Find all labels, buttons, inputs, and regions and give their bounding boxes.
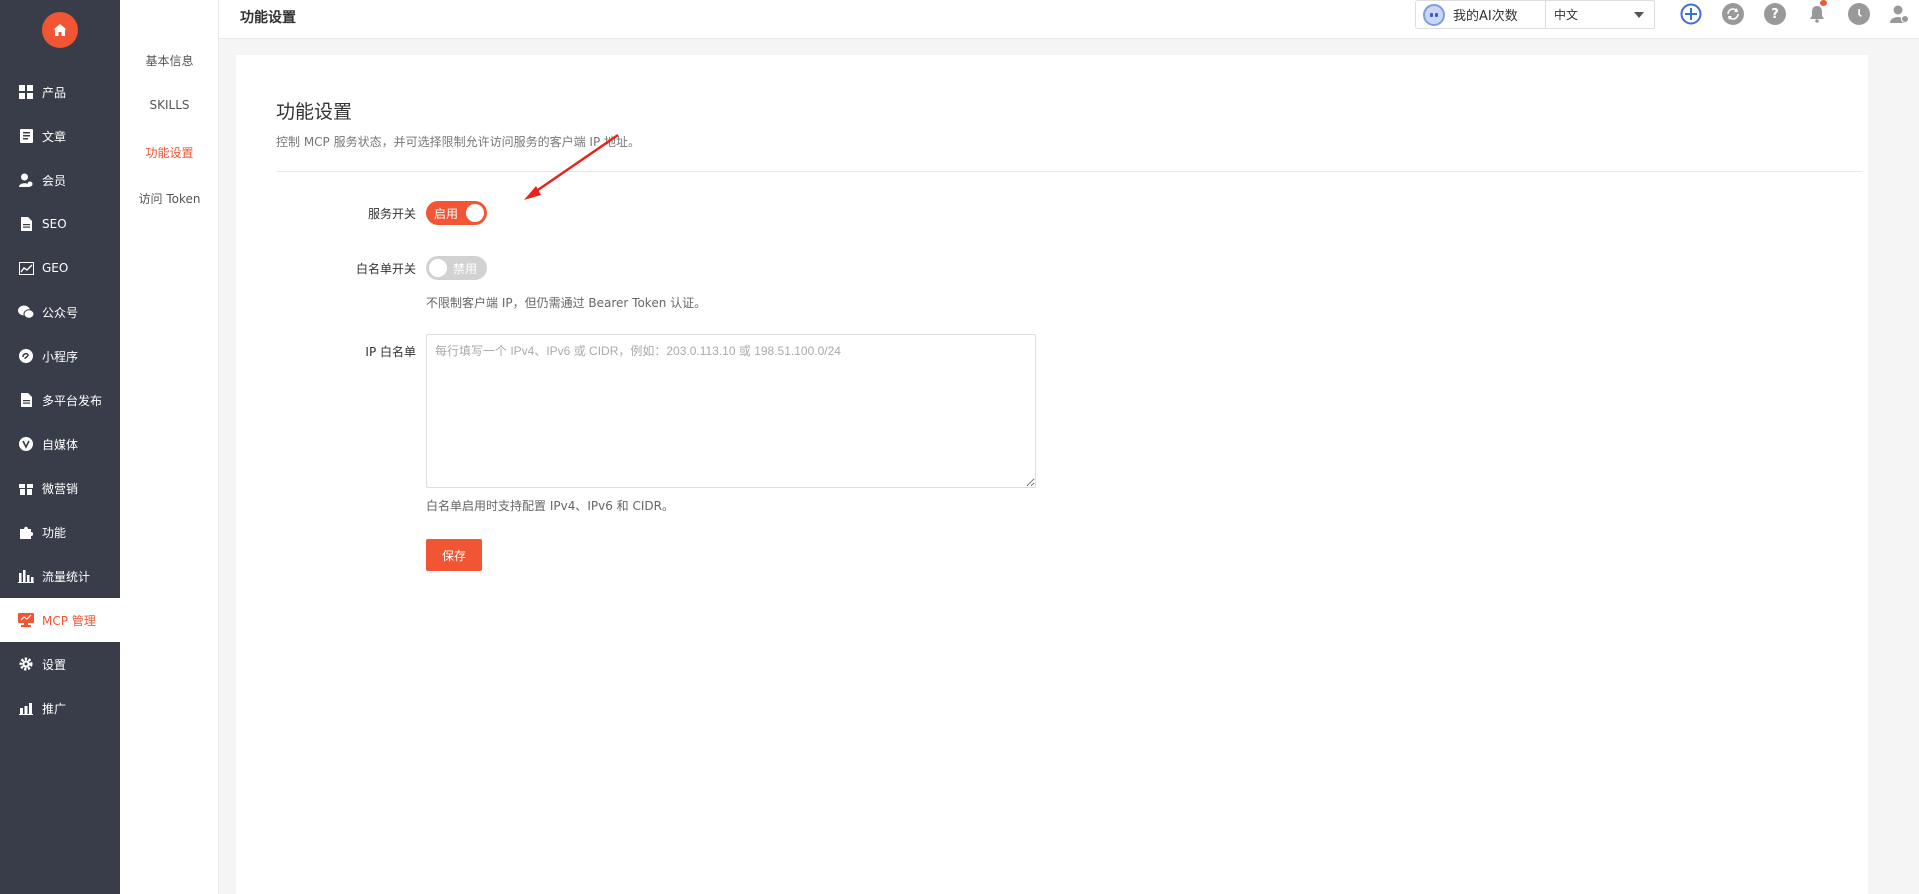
submenu-item-skills[interactable]: SKILLS xyxy=(120,98,219,112)
sub-menu: 基本信息 SKILLS 功能设置 访问 Token xyxy=(120,0,219,894)
chart-icon xyxy=(18,260,34,276)
section-title: 功能设置 xyxy=(276,101,353,123)
sidebar-item-micromarketing[interactable]: 微营销 xyxy=(0,466,120,510)
sidebar-item-label: 流量统计 xyxy=(42,569,91,584)
ip-whitelist-label: IP 白名单 xyxy=(365,345,416,359)
service-switch-state: 启用 xyxy=(434,207,459,221)
sidebar-item-traffic[interactable]: 流量统计 xyxy=(0,554,120,598)
caret-down-icon xyxy=(1634,12,1644,18)
page-title: 功能设置 xyxy=(240,10,296,26)
sidebar-item-products[interactable]: 产品 xyxy=(0,70,120,114)
submenu-item-basic-info[interactable]: 基本信息 xyxy=(120,52,219,69)
monitor-icon xyxy=(18,612,34,628)
sidebar-item-promotion[interactable]: 推广 xyxy=(0,686,120,730)
bell-icon[interactable] xyxy=(1806,3,1828,25)
settings-panel: 功能设置 控制 MCP 服务状态，并可选择限制允许访问服务的客户端 IP 地址。… xyxy=(236,55,1868,894)
sidebar-item-articles[interactable]: 文章 xyxy=(0,114,120,158)
refresh-icon[interactable] xyxy=(1722,3,1744,25)
bar-chart-icon xyxy=(18,568,34,584)
grid-icon xyxy=(18,84,34,100)
sidebar-item-label: 多平台发布 xyxy=(42,393,103,408)
save-button[interactable]: 保存 xyxy=(426,539,482,571)
help-icon[interactable]: ? xyxy=(1764,3,1786,25)
submenu-item-feature-settings[interactable]: 功能设置 xyxy=(120,144,219,161)
service-switch-toggle[interactable]: 启用 xyxy=(426,201,487,225)
robot-icon xyxy=(1423,3,1445,26)
home-button[interactable] xyxy=(42,12,78,48)
sidebar-item-label: SEO xyxy=(42,217,67,231)
ai-quota-label: 我的AI次数 xyxy=(1453,9,1518,24)
vlog-icon xyxy=(18,436,34,452)
add-site-icon[interactable] xyxy=(1680,3,1702,25)
sidebar-item-label: 小程序 xyxy=(42,349,79,364)
document-icon xyxy=(18,392,34,408)
sidebar-item-settings[interactable]: 设置 xyxy=(0,642,120,686)
sidebar-item-label: 公众号 xyxy=(42,305,79,320)
sidebar-item-geo[interactable]: GEO xyxy=(0,246,120,290)
notification-badge xyxy=(1820,0,1827,6)
sidebar-item-wechat[interactable]: 公众号 xyxy=(0,290,120,334)
main-sidebar: 产品 文章 会员 SEO GEO 公众号 小程序 多平台发布 自媒体 微营销 功… xyxy=(0,0,120,894)
promote-icon xyxy=(18,700,34,716)
sidebar-item-label: 自媒体 xyxy=(42,437,79,452)
whitelist-switch-toggle[interactable]: 禁用 xyxy=(426,256,487,280)
gear-icon xyxy=(18,656,34,672)
section-description: 控制 MCP 服务状态，并可选择限制允许访问服务的客户端 IP 地址。 xyxy=(276,135,641,149)
sidebar-item-label: 文章 xyxy=(42,129,67,144)
sidebar-item-label: 产品 xyxy=(42,85,67,100)
sidebar-item-label: GEO xyxy=(42,261,69,275)
whitelist-switch-state: 禁用 xyxy=(453,262,478,276)
document-icon xyxy=(18,216,34,232)
language-select[interactable]: 中文 xyxy=(1545,0,1655,29)
sidebar-item-label: 设置 xyxy=(42,657,67,672)
top-bar: 功能设置 我的AI次数 中文 ? xyxy=(219,0,1919,39)
wechat-icon xyxy=(18,304,34,320)
sidebar-item-members[interactable]: 会员 xyxy=(0,158,120,202)
whitelist-switch-label: 白名单开关 xyxy=(355,262,416,276)
submenu-item-access-token[interactable]: 访问 Token xyxy=(120,190,219,207)
miniprogram-icon xyxy=(18,348,34,364)
home-icon xyxy=(53,24,67,36)
puzzle-icon xyxy=(18,524,34,540)
toggle-knob xyxy=(466,204,484,222)
service-switch-label: 服务开关 xyxy=(367,207,416,221)
sidebar-item-multiplatform[interactable]: 多平台发布 xyxy=(0,378,120,422)
ip-whitelist-textarea[interactable] xyxy=(426,334,1036,488)
sidebar-item-features[interactable]: 功能 xyxy=(0,510,120,554)
sidebar-item-miniprogram[interactable]: 小程序 xyxy=(0,334,120,378)
sidebar-item-label: 推广 xyxy=(42,701,67,716)
whitelist-switch-hint: 不限制客户端 IP，但仍需通过 Bearer Token 认证。 xyxy=(426,296,707,310)
sidebar-item-label: MCP 管理 xyxy=(42,613,96,628)
gift-icon xyxy=(18,480,34,496)
sidebar-item-seo[interactable]: SEO xyxy=(0,202,120,246)
sidebar-item-label: 微营销 xyxy=(42,481,79,496)
user-settings-icon[interactable] xyxy=(1889,3,1911,25)
sidebar-nav: 产品 文章 会员 SEO GEO 公众号 小程序 多平台发布 自媒体 微营销 功… xyxy=(0,70,120,730)
user-icon xyxy=(18,172,34,188)
language-value: 中文 xyxy=(1554,8,1579,22)
sidebar-item-selfmedia[interactable]: 自媒体 xyxy=(0,422,120,466)
ip-whitelist-hint: 白名单启用时支持配置 IPv4、IPv6 和 CIDR。 xyxy=(426,499,674,513)
sidebar-item-label: 会员 xyxy=(42,173,67,188)
sidebar-item-label: 功能 xyxy=(42,525,67,540)
article-icon xyxy=(18,128,34,144)
section-divider xyxy=(276,171,1862,172)
sidebar-item-mcp[interactable]: MCP 管理 xyxy=(0,598,120,642)
clock-icon[interactable] xyxy=(1848,3,1870,25)
ai-quota-button[interactable]: 我的AI次数 xyxy=(1415,0,1561,29)
toggle-knob xyxy=(429,259,447,277)
